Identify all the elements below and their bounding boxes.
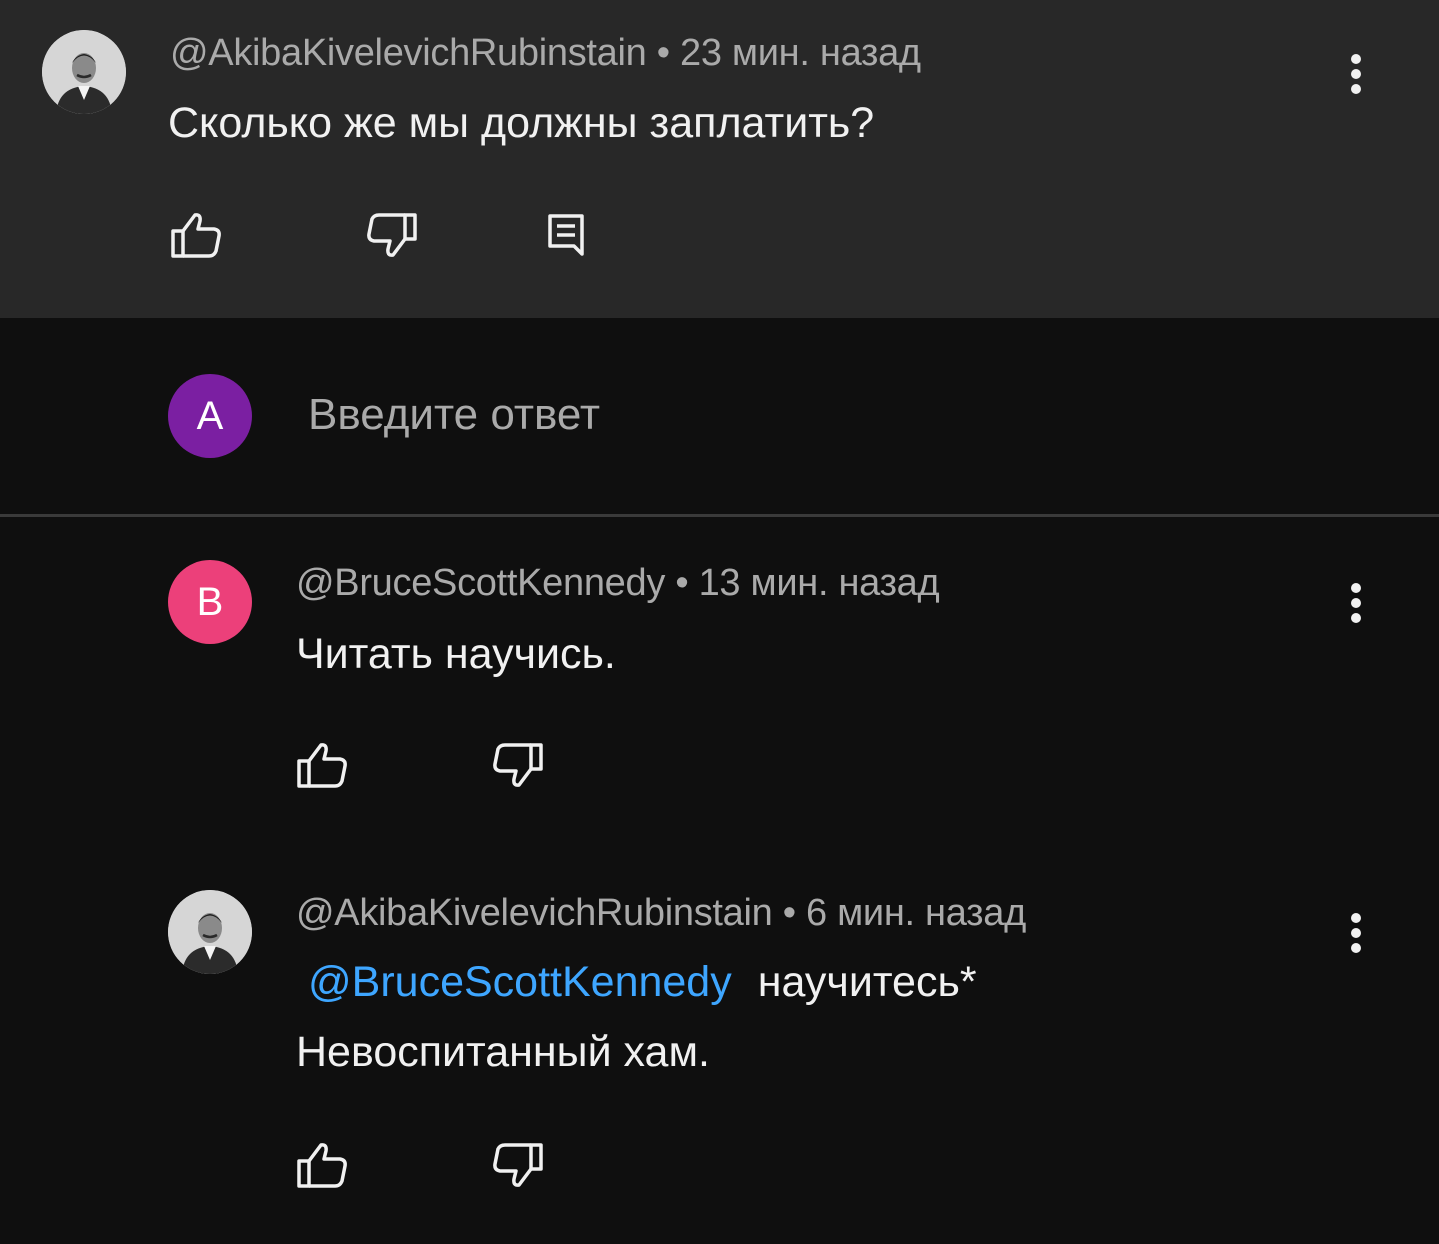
dislike-button[interactable] <box>488 1135 548 1195</box>
highlighted-comment: @AkibaKivelevichRubinstain • 23 мин. наз… <box>0 0 1439 318</box>
author-name[interactable]: @AkibaKivelevichRubinstain <box>296 892 773 934</box>
comment-text-fragment: научитесь* <box>757 958 977 1006</box>
like-button[interactable] <box>166 205 226 265</box>
author-name[interactable]: @AkibaKivelevichRubinstain <box>170 32 647 74</box>
more-vert-icon[interactable] <box>1341 573 1371 633</box>
thumb-down-icon <box>493 1143 543 1187</box>
comment-time[interactable]: 23 мин. назад <box>680 32 921 74</box>
comment-line-1: @BruceScottKennedy научитесь* <box>296 947 977 1017</box>
current-user-avatar: A <box>168 374 252 458</box>
meta-separator: • <box>646 32 680 74</box>
thumb-up-icon <box>171 213 221 258</box>
more-vert-icon[interactable] <box>1341 903 1371 963</box>
comment-text: @BruceScottKennedy научитесь* Невоспитанн… <box>296 947 977 1087</box>
divider <box>0 514 1439 517</box>
reply-icon <box>548 214 584 256</box>
author-name[interactable]: @BruceScottKennedy <box>296 562 665 604</box>
like-button[interactable] <box>292 1135 352 1195</box>
comment-text: Сколько же мы должны заплатить? <box>168 99 875 147</box>
meta-separator: • <box>772 892 806 934</box>
comment-line-2: Невоспитанный хам. <box>296 1028 710 1076</box>
comment-meta: @AkibaKivelevichRubinstain • 23 мин. наз… <box>170 32 921 75</box>
comment-meta: @AkibaKivelevichRubinstain • 6 мин. наза… <box>296 892 1026 935</box>
mention-link[interactable]: @BruceScottKennedy <box>308 958 732 1006</box>
like-button[interactable] <box>292 735 352 795</box>
meta-separator: • <box>665 562 699 604</box>
author-avatar[interactable]: B <box>168 560 252 644</box>
reply-composer: A <box>0 318 1439 514</box>
more-vert-icon[interactable] <box>1341 44 1371 104</box>
portrait-icon <box>168 890 252 974</box>
thumb-up-icon <box>297 743 347 788</box>
comment-text: Читать научись. <box>296 630 616 678</box>
comments-thread: @AkibaKivelevichRubinstain • 23 мин. наз… <box>0 0 1439 1244</box>
thumb-up-icon <box>297 1143 347 1188</box>
thumb-down-icon <box>493 743 543 787</box>
dislike-button[interactable] <box>488 735 548 795</box>
thumb-down-icon <box>367 213 417 257</box>
author-avatar[interactable] <box>42 30 126 114</box>
author-avatar[interactable] <box>168 890 252 974</box>
comment-time[interactable]: 6 мин. назад <box>806 892 1026 934</box>
portrait-icon <box>42 30 126 114</box>
comment-meta: @BruceScottKennedy • 13 мин. назад <box>296 562 940 605</box>
dislike-button[interactable] <box>362 205 422 265</box>
reply-input[interactable]: Введите ответ <box>308 390 600 440</box>
comment-time[interactable]: 13 мин. назад <box>699 562 940 604</box>
reply-button[interactable] <box>536 205 596 265</box>
